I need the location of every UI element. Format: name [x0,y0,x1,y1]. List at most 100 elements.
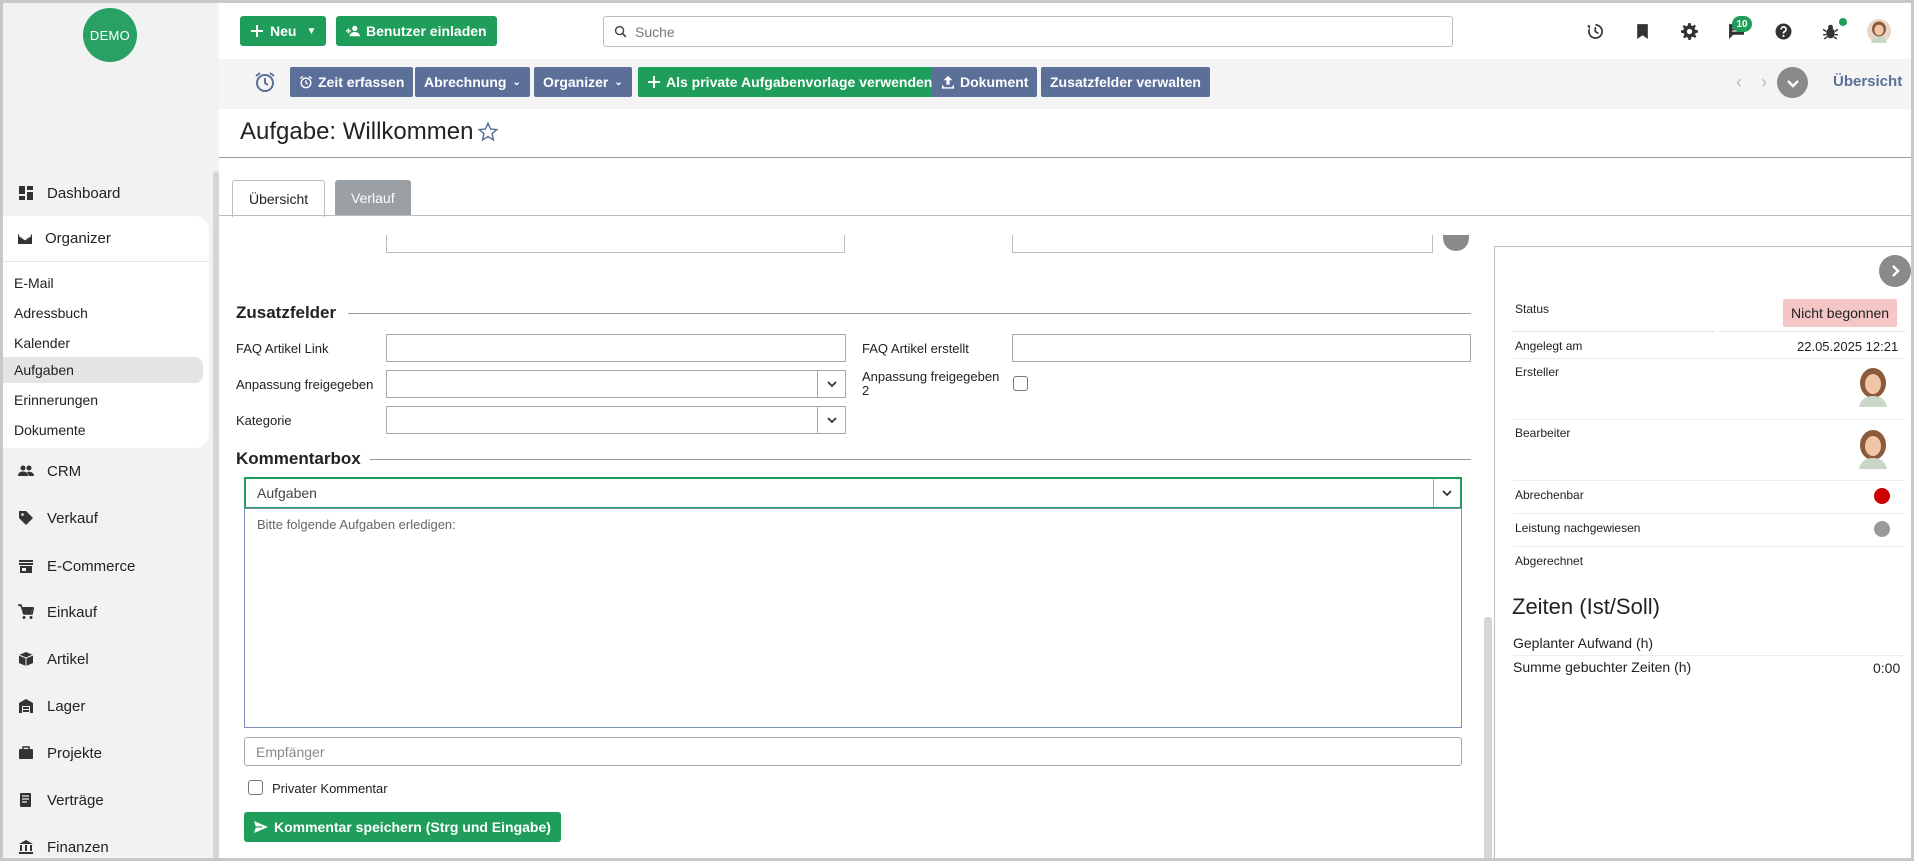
next-arrow-icon[interactable]: › [1755,71,1773,93]
sidebar-subitem-erinnerungen[interactable]: Erinnerungen [3,387,203,413]
scrolled-circle-button [1443,235,1469,251]
tab-label: Übersicht [249,191,309,207]
search-icon [614,25,627,38]
invite-user-label: Benutzer einladen [366,23,487,39]
tab-label: Verlauf [351,190,395,206]
subitem-label: Dokumente [14,422,86,438]
company-logo[interactable]: DEMO [83,8,137,62]
faq-created-input[interactable] [1012,334,1471,362]
sidebar-subitem-dokumente[interactable]: Dokumente [3,417,203,443]
gear-icon[interactable] [1679,21,1699,41]
sidebar-subitem-kalender[interactable]: Kalender [3,330,203,356]
warehouse-icon [17,697,35,715]
document-label: Dokument [960,74,1029,90]
scrolled-field-left [386,235,845,253]
chevron-down-icon [817,407,845,433]
collapse-toggle-button[interactable] [1777,67,1808,98]
sidebar-item-label: Verkauf [47,509,98,527]
user-avatar[interactable] [1867,19,1891,43]
billable-status-dot[interactable] [1874,488,1890,504]
sidebar-item-crm[interactable]: CRM [3,448,211,494]
adjust-approved-select[interactable] [386,370,846,398]
recipient-input[interactable]: Empfänger [244,737,1462,766]
store-icon [17,557,35,575]
recipient-placeholder: Empfänger [256,743,325,760]
record-time-label: Zeit erfassen [318,74,405,90]
adjust-approved-2-checkbox[interactable] [1013,376,1028,391]
page-title: Aufgabe: Willkommen [240,118,500,146]
chevron-down-icon: ⌄ [512,76,521,88]
star-icon[interactable] [477,121,500,143]
document-button[interactable]: Dokument [932,67,1038,97]
status-label: Status [1515,302,1550,316]
planned-effort-label: Geplanter Aufwand (h) [1513,635,1654,651]
label-line: Anpassung freigegeben [862,369,1000,384]
assignee-avatar[interactable] [1855,427,1891,469]
tab-uebersicht[interactable]: Übersicht [232,180,326,217]
messages-badge: 10 [1732,16,1752,32]
organizer-dropdown[interactable]: Organizer ⌄ [534,67,632,97]
private-comment-checkbox[interactable] [248,780,263,795]
sidebar-item-finanzen[interactable]: Finanzen [3,824,211,858]
sidebar-item-artikel[interactable]: Artikel [3,636,211,682]
sidebar-subitem-email[interactable]: E-Mail [3,270,203,296]
faq-link-input[interactable] [386,334,846,362]
help-icon[interactable] [1773,21,1793,41]
faq-created-label: FAQ Artikel erstellt [862,341,969,356]
sidebar-item-projekte[interactable]: Projekte [3,730,211,776]
sidebar: DEMO Dashboard Organizer E-Mail Adressbu… [3,3,219,858]
extra-fields-label: Zusatzfelder verwalten [1050,74,1201,90]
sidebar-item-organizer[interactable]: Organizer [3,216,209,262]
created-label: Angelegt am [1515,339,1583,353]
prev-arrow-icon[interactable]: ‹ [1730,71,1748,93]
bug-icon[interactable] [1820,21,1840,41]
created-value: 22.05.2025 12:21 [1797,339,1899,354]
save-comment-button[interactable]: Kommentar speichern (Strg und Eingabe) [244,812,561,842]
tab-verlauf[interactable]: Verlauf [335,180,411,216]
page-title-text: Aufgabe: Willkommen [240,118,474,145]
billed-label: Abgerechnet [1515,554,1584,568]
sidebar-item-label: CRM [47,462,82,480]
sidebar-scrollbar[interactable] [213,171,219,858]
manage-extra-fields-button[interactable]: Zusatzfelder verwalten [1041,67,1210,97]
save-comment-label: Kommentar speichern (Strg und Eingabe) [274,819,551,835]
overview-link-label: Übersicht [1833,73,1903,90]
billing-dropdown[interactable]: Abrechnung ⌄ [415,67,530,97]
sidebar-subitem-aufgaben[interactable]: Aufgaben [3,357,203,383]
bookmark-icon[interactable] [1632,21,1652,41]
app-frame: DEMO Dashboard Organizer E-Mail Adressbu… [0,0,1914,861]
content-scrollbar[interactable] [1484,617,1492,858]
plus-icon [251,25,263,37]
search-input[interactable]: Suche [603,16,1453,47]
title-divider [219,157,1911,158]
sidebar-item-verkauf[interactable]: Verkauf [3,495,211,541]
subitem-label: Erinnerungen [14,392,99,408]
overview-link[interactable]: Übersicht [1833,73,1902,90]
performance-status-dot[interactable] [1874,521,1890,537]
comment-template-select[interactable]: Aufgaben [244,477,1462,509]
invite-user-button[interactable]: Benutzer einladen [336,16,497,46]
private-template-button[interactable]: Als private Aufgabenvorlage verwenden [638,67,942,97]
comment-textarea[interactable]: Bitte folgende Aufgaben erledigen: [244,508,1462,728]
sidebar-item-dashboard[interactable]: Dashboard [3,170,211,216]
new-button[interactable]: Neu ▼ [240,16,327,46]
category-select[interactable] [386,406,846,434]
sidebar-item-label: Finanzen [47,838,109,856]
notification-dot [1839,18,1847,26]
sidebar-item-lager[interactable]: Lager [3,683,211,729]
creator-avatar[interactable] [1855,365,1891,407]
record-time-button[interactable]: Zeit erfassen [290,67,414,97]
adjust-approved-2-label: Anpassung freigegeben 2 [862,370,999,398]
history-icon[interactable] [1585,21,1605,41]
billable-label: Abrechenbar [1515,488,1584,502]
contract-icon [17,791,35,809]
sidebar-item-einkauf[interactable]: Einkauf [3,589,211,635]
sidebar-subitem-adressbuch[interactable]: Adressbuch [3,300,203,326]
organizer-group: Organizer E-Mail Adressbuch Kalender Auf… [3,216,209,448]
private-comment-label: Privater Kommentar [272,781,388,796]
panel-toggle-button[interactable] [1879,255,1911,287]
sidebar-item-ecommerce[interactable]: E-Commerce [3,543,211,589]
alarm-clock-icon[interactable] [253,70,277,94]
sidebar-item-vertraege[interactable]: Verträge [3,777,211,823]
adjust-approved-label: Anpassung freigegeben [236,377,374,392]
